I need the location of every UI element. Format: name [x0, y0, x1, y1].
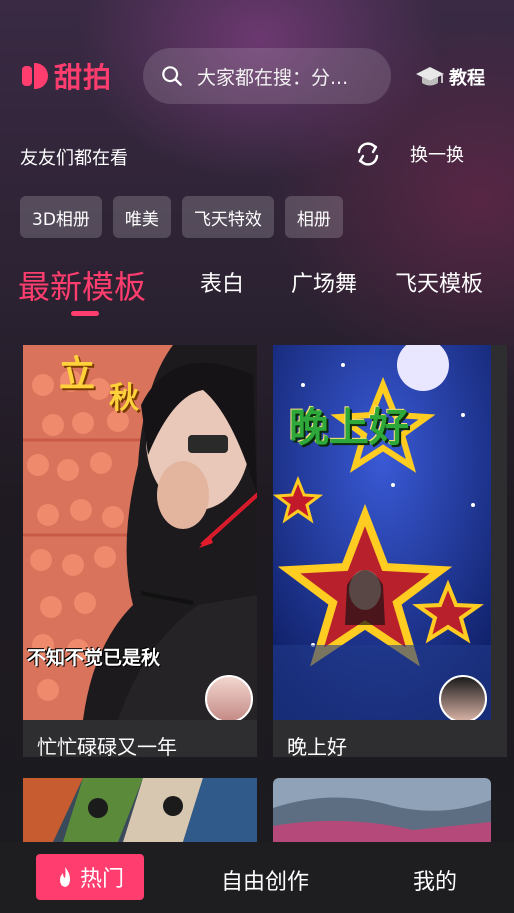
chip-album[interactable]: 相册	[284, 196, 343, 238]
template-title: 忙忙碌碌又一年	[37, 735, 177, 757]
tutorial-button[interactable]: 教程	[415, 62, 485, 92]
hot-search-chips: 3D相册 唯美 飞天特效 相册	[20, 196, 354, 238]
template-thumbnail: 晚上好	[273, 345, 507, 720]
friends-watching-title: 友友们都在看	[20, 148, 128, 169]
search-placeholder: 大家都在搜：分...	[197, 66, 349, 89]
search-icon	[162, 66, 182, 86]
swap-label: 换一换	[410, 145, 464, 166]
logo-text: 甜拍	[54, 61, 113, 94]
tab-square-dance[interactable]: 广场舞	[291, 266, 357, 298]
tutorial-label: 教程	[449, 68, 485, 89]
tab-flying-templates[interactable]: 飞天模板	[395, 266, 483, 298]
overlay-text-li: 立	[59, 354, 96, 395]
nav-hot-label: 热门	[79, 867, 124, 892]
template-title: 晚上好	[287, 735, 347, 757]
template-thumbnail	[273, 778, 491, 842]
author-avatar[interactable]	[439, 675, 487, 720]
template-card-partial[interactable]	[273, 778, 491, 842]
chip-aesthetic[interactable]: 唯美	[112, 196, 171, 238]
template-card-partial[interactable]	[23, 778, 257, 842]
author-avatar[interactable]	[205, 675, 253, 720]
app-logo: 甜拍	[22, 58, 112, 94]
logo-icon	[22, 63, 48, 89]
graduation-cap-icon	[416, 67, 444, 86]
overlay-caption: 不知不觉已是秋	[27, 647, 161, 669]
template-card[interactable]: 晚上好 晚上好	[273, 345, 507, 757]
refresh-icon	[357, 142, 379, 166]
search-bar[interactable]: 大家都在搜：分...	[143, 48, 391, 104]
overlay-text-qiu: 秋	[109, 381, 139, 416]
template-card[interactable]: 立 秋 不知不觉已是秋 忙忙碌碌又一年	[23, 345, 257, 757]
nav-hot-button[interactable]: 热门	[36, 854, 144, 900]
chip-flying-effect[interactable]: 飞天特效	[181, 196, 274, 238]
nav-free-create[interactable]: 自由创作	[221, 864, 309, 896]
template-thumbnail	[23, 778, 257, 842]
swap-button[interactable]: 换一换	[354, 140, 464, 168]
overlay-text-good-evening: 晚上好	[289, 405, 409, 451]
template-thumbnail: 立 秋 不知不觉已是秋	[23, 345, 257, 720]
flame-icon	[59, 867, 70, 887]
active-tab-indicator	[71, 311, 99, 316]
chip-3d-album[interactable]: 3D相册	[20, 196, 102, 238]
nav-mine[interactable]: 我的	[413, 864, 457, 896]
tab-confession[interactable]: 表白	[200, 266, 244, 298]
tab-latest-templates[interactable]: 最新模板	[18, 262, 146, 308]
